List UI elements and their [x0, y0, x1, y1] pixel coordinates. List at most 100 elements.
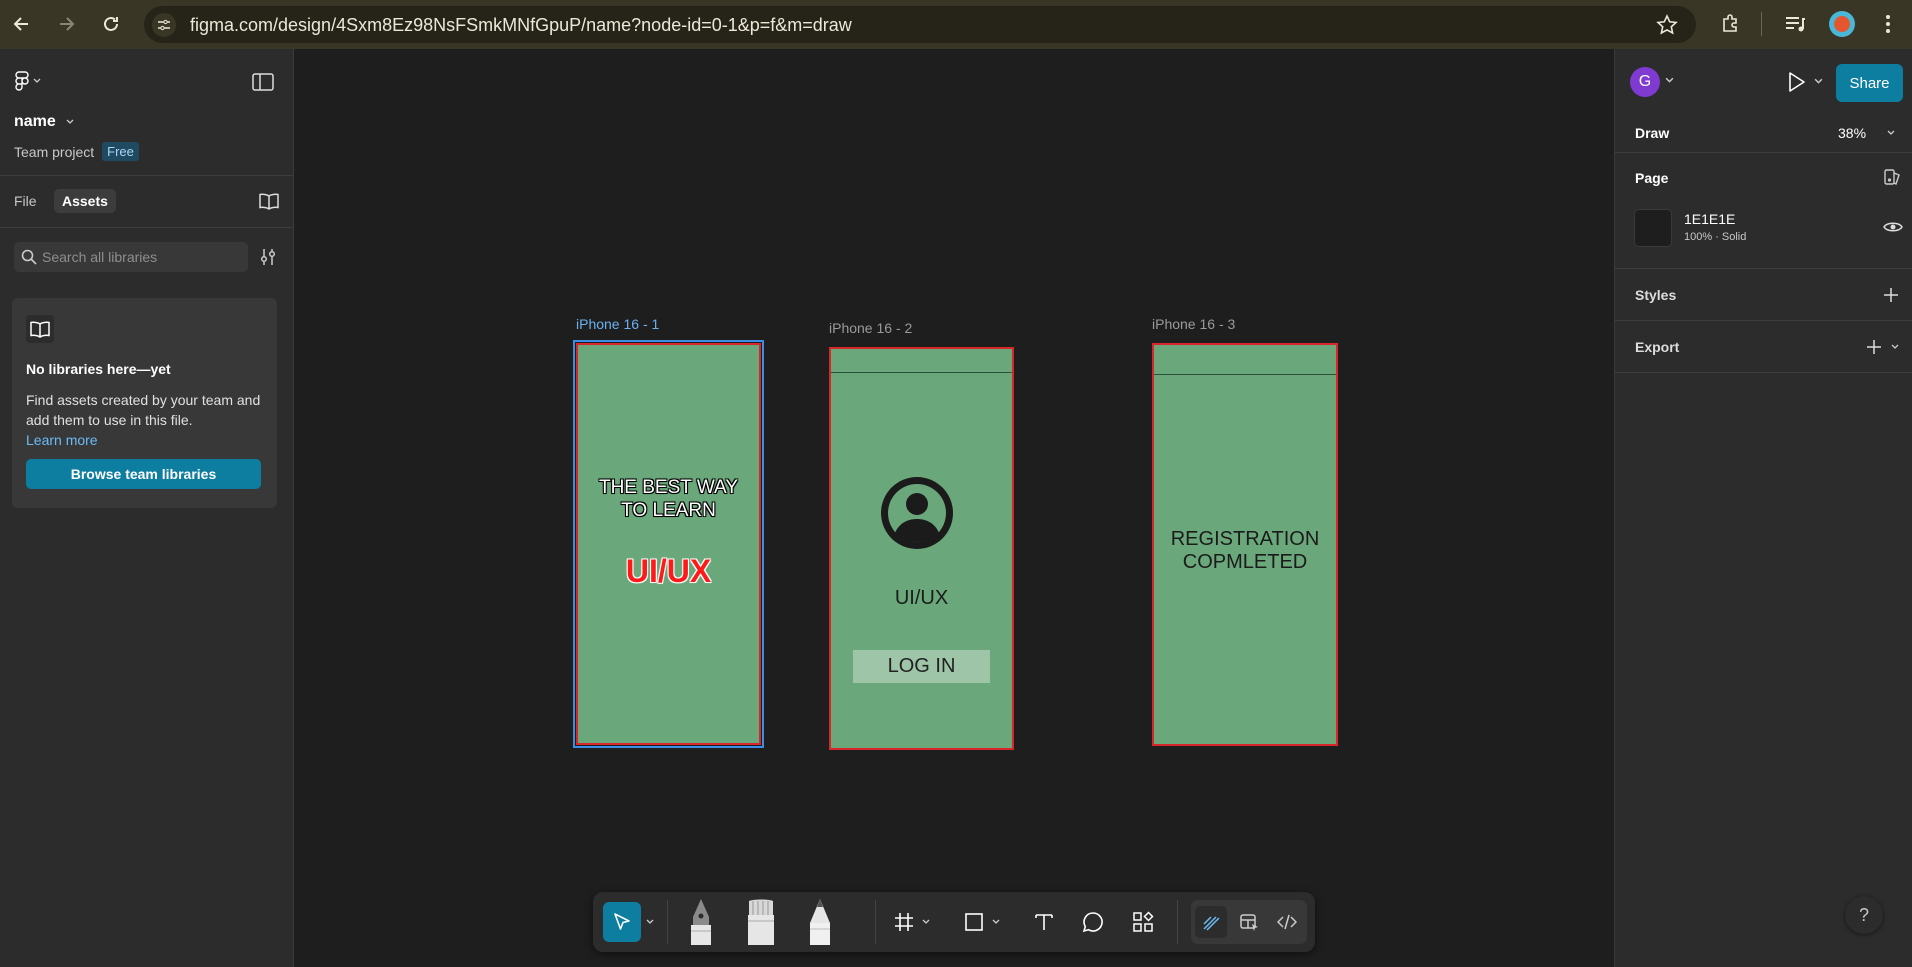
address-bar[interactable]: figma.com/design/4Sxm8Ez98NsFSmkMNfGpuP/… [144, 6, 1696, 43]
shape-tool-menu[interactable] [989, 902, 1003, 942]
chevron-down-icon [922, 919, 930, 924]
login-button[interactable]: LOG IN [853, 650, 990, 683]
mode-switcher [1191, 900, 1307, 944]
panel-tabs: File Assets [0, 176, 293, 228]
plus-icon[interactable] [1866, 339, 1882, 355]
basketball-icon [1834, 16, 1850, 32]
url-text[interactable]: figma.com/design/4Sxm8Ez98NsFSmkMNfGpuP/… [190, 15, 852, 36]
search-input[interactable] [42, 242, 242, 272]
search-row [0, 228, 293, 284]
dev-mode-button[interactable] [1271, 906, 1303, 938]
libraries-empty-state: No libraries here—yet Find assets create… [12, 298, 277, 508]
headline-line-1[interactable]: THE BEST WAY [578, 476, 759, 499]
design-mode-icon [1240, 914, 1258, 931]
bottom-toolbar [593, 892, 1315, 952]
forward-button[interactable] [53, 11, 79, 37]
move-tool[interactable] [603, 902, 641, 942]
plus-icon[interactable] [1883, 287, 1899, 303]
user-avatar[interactable]: G [1630, 67, 1660, 97]
chevron-down-icon[interactable] [1891, 343, 1899, 351]
frame-tool[interactable] [890, 902, 918, 942]
extensions-icon[interactable] [1719, 12, 1743, 36]
style-library-icon[interactable] [1883, 168, 1901, 186]
page-color-hex[interactable]: 1E1E1E [1684, 211, 1735, 227]
tab-assets[interactable]: Assets [54, 189, 116, 213]
headline-line-2[interactable]: TO LEARN [578, 499, 759, 522]
toolbar-divider [1761, 12, 1762, 36]
pencil-tool[interactable] [802, 896, 838, 948]
filter-settings-icon[interactable] [260, 248, 276, 266]
empty-state-title: No libraries here—yet [26, 361, 171, 377]
draw-mode-button[interactable] [1195, 906, 1227, 938]
library-book-icon[interactable] [259, 193, 279, 210]
move-tool-menu[interactable] [643, 902, 657, 942]
back-arrow-icon [13, 17, 28, 31]
registration-line-2[interactable]: COPMLETED [1154, 551, 1336, 574]
reload-button[interactable] [98, 11, 124, 37]
actions-grid-icon [1133, 911, 1154, 932]
sidebar-toggle-icon[interactable] [252, 73, 274, 91]
paint-brush-icon [748, 899, 774, 945]
toolbar-divider [667, 900, 668, 944]
search-icon [21, 249, 37, 265]
pen-tool[interactable] [683, 896, 719, 948]
design-mode-button[interactable] [1233, 906, 1265, 938]
pencil-icon [810, 899, 830, 945]
section-title: Export [1635, 339, 1680, 355]
design-canvas[interactable]: iPhone 16 - 1 THE BEST WAY TO LEARN UI/U… [295, 49, 1614, 965]
text-t-icon [1035, 914, 1053, 930]
iphone-frame-3[interactable]: REGISTRATION COPMLETED [1152, 343, 1338, 746]
comment-tool[interactable] [1079, 902, 1107, 942]
search-box[interactable] [14, 242, 248, 272]
registration-line-1[interactable]: REGISTRATION [1154, 528, 1336, 551]
brush-tool[interactable] [743, 896, 779, 948]
iphone-frame-1[interactable]: THE BEST WAY TO LEARN UI/UX [573, 340, 764, 748]
site-info-icon[interactable] [152, 13, 176, 37]
page-color-swatch[interactable] [1634, 209, 1672, 247]
frame-label[interactable]: iPhone 16 - 1 [576, 316, 659, 332]
bookmark-star-icon[interactable] [1656, 14, 1678, 36]
file-name-button[interactable]: name [14, 113, 74, 131]
help-button[interactable]: ? [1845, 896, 1883, 934]
iphone-frame-2[interactable]: UI/UX LOG IN [829, 347, 1014, 750]
browser-menu-icon[interactable] [1878, 12, 1898, 36]
present-play-icon[interactable] [1786, 71, 1806, 93]
zoom-level[interactable]: 38% [1838, 125, 1866, 141]
eye-icon[interactable] [1883, 220, 1903, 234]
chevron-down-icon [66, 119, 74, 124]
page-section: Page 1E1E1E 100% · Solid [1615, 153, 1912, 269]
share-button[interactable]: Share [1836, 64, 1903, 102]
file-header: name Team project Free [0, 49, 293, 176]
frame-label[interactable]: iPhone 16 - 3 [1152, 316, 1235, 332]
team-row: Team project Free [14, 142, 139, 161]
actions-tool[interactable] [1128, 902, 1158, 942]
app-name-text[interactable]: UI/UX [831, 587, 1012, 610]
chevron-down-icon [992, 919, 1000, 924]
browse-team-libraries-button[interactable]: Browse team libraries [26, 459, 261, 489]
tab-file[interactable]: File [6, 189, 45, 213]
reload-icon [104, 16, 118, 31]
team-name[interactable]: Team project [14, 144, 94, 160]
chevron-down-icon[interactable] [1887, 129, 1895, 137]
user-profile-icon[interactable] [879, 475, 955, 551]
section-title: Styles [1635, 287, 1677, 303]
learn-more-link[interactable]: Learn more [26, 430, 266, 450]
forward-arrow-icon [60, 17, 75, 31]
chevron-down-icon[interactable] [1814, 77, 1823, 86]
profile-avatar[interactable] [1829, 11, 1855, 37]
main-menu-button[interactable] [14, 71, 41, 91]
plan-badge[interactable]: Free [102, 142, 139, 161]
text-tool[interactable] [1030, 902, 1058, 942]
chevron-down-icon[interactable] [1665, 76, 1674, 85]
uiux-highlight[interactable]: UI/UX [578, 553, 759, 590]
frame-tool-menu[interactable] [919, 902, 933, 942]
chevron-down-icon [33, 78, 41, 83]
back-button[interactable] [9, 11, 35, 37]
frame-label[interactable]: iPhone 16 - 2 [829, 320, 912, 336]
shape-tool[interactable] [960, 902, 988, 942]
book-icon [26, 315, 54, 343]
code-brackets-icon [1277, 914, 1297, 930]
media-control-icon[interactable] [1783, 12, 1807, 36]
empty-state-description: Find assets created by your team and add… [26, 390, 266, 450]
rectangle-icon [965, 913, 983, 931]
